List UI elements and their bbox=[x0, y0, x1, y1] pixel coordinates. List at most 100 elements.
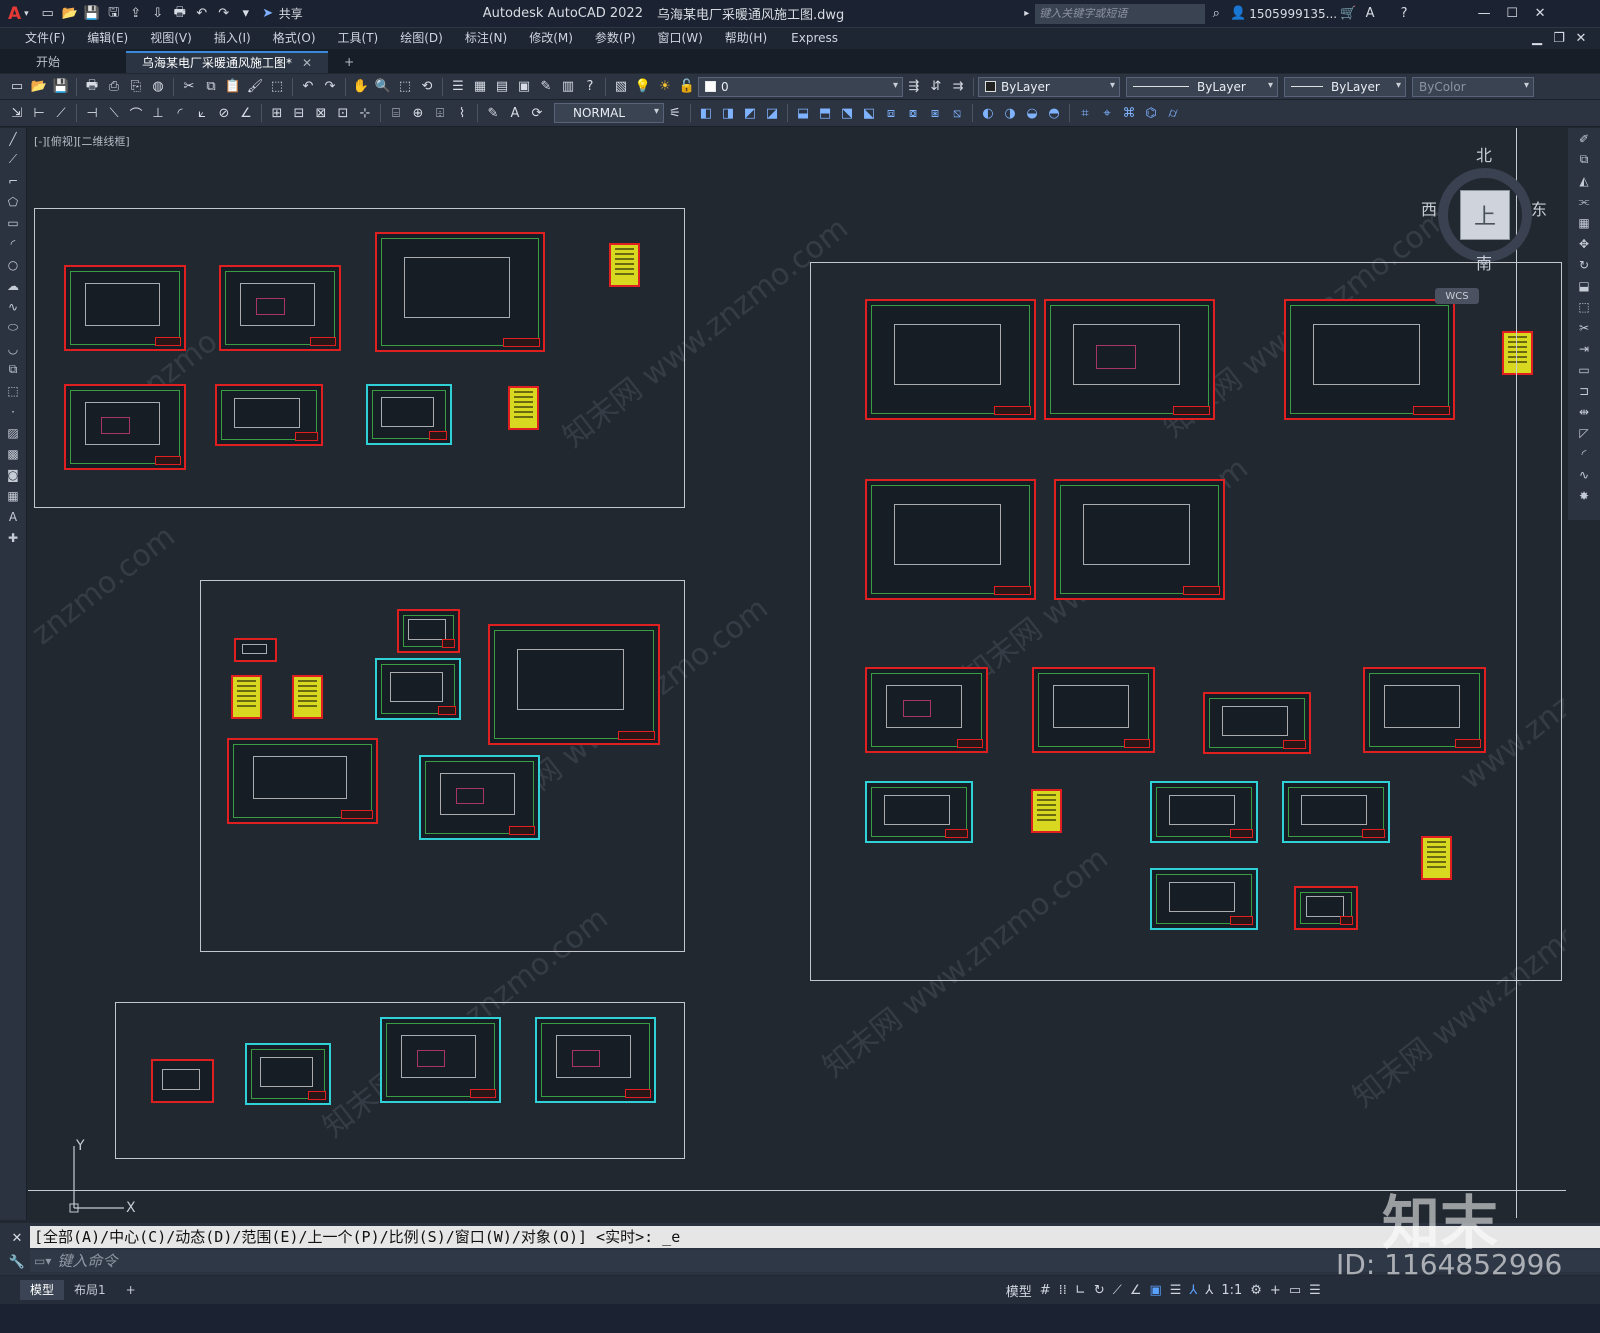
jogged-linear-icon[interactable]: ⌇ bbox=[453, 104, 471, 122]
paste-icon[interactable]: 📋 bbox=[224, 78, 242, 96]
dim-edit-icon[interactable]: ✎ bbox=[484, 104, 502, 122]
ucs-world-icon[interactable]: ⌖ bbox=[1098, 104, 1116, 122]
print-icon[interactable]: 🖶 bbox=[83, 78, 101, 96]
polyline-icon[interactable]: ⌐ bbox=[2, 170, 24, 191]
drawing-sheet[interactable] bbox=[151, 1059, 214, 1103]
dim-space-icon[interactable]: ⊡ bbox=[334, 104, 352, 122]
save-as-icon[interactable]: 🖫 bbox=[105, 5, 123, 23]
scale-icon[interactable]: ⬓ bbox=[1573, 275, 1595, 296]
fillet-icon[interactable]: ◜ bbox=[1573, 443, 1595, 464]
drawing-sheet[interactable] bbox=[245, 1043, 331, 1105]
chamfer-icon[interactable]: ◸ bbox=[1573, 422, 1595, 443]
revision-cloud-icon[interactable]: ☁ bbox=[2, 275, 24, 296]
web-save-icon[interactable]: ⇪ bbox=[127, 5, 145, 23]
zoom-previous-icon[interactable]: ⟲ bbox=[418, 78, 436, 96]
design-center-icon[interactable]: ▦ bbox=[471, 78, 489, 96]
undo-icon[interactable]: ↶ bbox=[193, 5, 211, 23]
region-icon[interactable]: ◙ bbox=[2, 464, 24, 485]
quickcalc-icon[interactable]: ▥ bbox=[559, 78, 577, 96]
drawing-sheet[interactable] bbox=[1044, 299, 1215, 420]
drawing-sheet[interactable] bbox=[488, 624, 660, 745]
drawing-sheet[interactable] bbox=[865, 781, 973, 843]
menu-format[interactable]: 格式(O) bbox=[262, 28, 327, 49]
zoom-realtime-icon[interactable]: 🔍 bbox=[374, 78, 392, 96]
app-menu-button[interactable]: A bbox=[8, 4, 21, 24]
dim-text-edit-icon[interactable]: A bbox=[506, 104, 524, 122]
block-editor-icon[interactable]: ⬚ bbox=[268, 78, 286, 96]
equipment-table[interactable] bbox=[1031, 789, 1062, 833]
ucs-origin-icon[interactable]: ⌭ bbox=[1164, 104, 1182, 122]
tab-add-layout[interactable]: + bbox=[116, 1280, 146, 1300]
drawing-sheet[interactable] bbox=[1282, 781, 1390, 843]
tab-close-icon[interactable]: ✕ bbox=[302, 52, 312, 74]
equipment-table[interactable] bbox=[1421, 836, 1452, 880]
subtract-icon[interactable]: ⧇ bbox=[904, 104, 922, 122]
polygon-icon[interactable]: ⬠ bbox=[2, 191, 24, 212]
annotation-visibility-icon[interactable]: ⅄ bbox=[1189, 1283, 1197, 1298]
menu-insert[interactable]: 插入(I) bbox=[203, 28, 262, 49]
dim-linear-icon[interactable]: ⊣ bbox=[83, 104, 101, 122]
tab-start[interactable]: 开始 bbox=[20, 51, 76, 73]
render-icon[interactable]: ◑ bbox=[1001, 104, 1019, 122]
dim-break-icon[interactable]: ⊹ bbox=[356, 104, 374, 122]
app-menu-chevron-icon[interactable]: ▾ bbox=[24, 9, 29, 19]
search-input[interactable]: 键入关键字或短语 bbox=[1035, 3, 1206, 24]
zoom-window-icon[interactable]: ⬚ bbox=[396, 78, 414, 96]
equipment-table[interactable] bbox=[292, 675, 323, 719]
drawing-sheet[interactable] bbox=[380, 1017, 501, 1103]
undo-tool-icon[interactable]: ↶ bbox=[299, 78, 317, 96]
erase-icon[interactable]: ✐ bbox=[1573, 128, 1595, 149]
intersect-icon[interactable]: ⧆ bbox=[926, 104, 944, 122]
polar-icon[interactable]: ↻ bbox=[1094, 1283, 1105, 1298]
copy-object-icon[interactable]: ⧉ bbox=[1573, 149, 1595, 170]
layer-state-icon[interactable]: ⇉ bbox=[949, 78, 967, 96]
ordinate-icon[interactable]: ⊥ bbox=[149, 104, 167, 122]
tolerance-icon[interactable]: ⌸ bbox=[387, 104, 405, 122]
publish-icon[interactable]: ⎘ bbox=[127, 78, 145, 96]
share-icon[interactable]: ➤ bbox=[259, 5, 277, 23]
layer-dropdown[interactable]: 0 ▾ bbox=[698, 76, 903, 97]
drawing-close-icon[interactable]: ✕ bbox=[1572, 30, 1590, 48]
ucs-icon[interactable]: ⌗ bbox=[1076, 104, 1094, 122]
box-icon[interactable]: ◧ bbox=[697, 104, 715, 122]
qnew-icon[interactable]: ▭ bbox=[8, 78, 26, 96]
drawing-sheet[interactable] bbox=[1294, 886, 1358, 930]
layer-lock-icon[interactable]: 🔓 bbox=[678, 78, 696, 96]
ucs-face-icon[interactable]: ⌘ bbox=[1120, 104, 1138, 122]
menu-help[interactable]: 帮助(H) bbox=[714, 28, 778, 49]
drawing-sheet[interactable] bbox=[1203, 692, 1311, 754]
quick-properties-icon[interactable]: ☰ bbox=[1309, 1283, 1321, 1298]
linear-dimension-icon[interactable]: ⊢ bbox=[30, 104, 48, 122]
plotstyle-dropdown[interactable]: ByColor ▾ bbox=[1412, 76, 1534, 97]
minimize-icon[interactable]: — bbox=[1475, 5, 1493, 23]
sphere-icon[interactable]: ◨ bbox=[719, 104, 737, 122]
viewcube-east[interactable]: 东 bbox=[1531, 196, 1547, 220]
diameter-icon[interactable]: ⊘ bbox=[215, 104, 233, 122]
share-label[interactable]: 共享 bbox=[279, 5, 303, 22]
break-at-point-icon[interactable]: ▭ bbox=[1573, 359, 1595, 380]
lineweight-icon[interactable]: ☰ bbox=[1170, 1283, 1182, 1298]
cart-icon[interactable]: 🛒 bbox=[1339, 5, 1357, 23]
osnap-tracking-icon[interactable]: ⟋ bbox=[1113, 1283, 1122, 1298]
arc-icon[interactable]: ◜ bbox=[2, 233, 24, 254]
drawing-sheet[interactable] bbox=[375, 658, 461, 720]
material-icon[interactable]: ◒ bbox=[1023, 104, 1041, 122]
menu-dimension[interactable]: 标注(N) bbox=[454, 28, 518, 49]
explode-icon[interactable]: ✸ bbox=[1573, 485, 1595, 506]
drawing-restore-icon[interactable]: ❐ bbox=[1550, 30, 1568, 48]
dim-style-manager-icon[interactable]: ⚟ bbox=[666, 104, 684, 122]
angular-icon[interactable]: ∠ bbox=[237, 104, 255, 122]
insert-block-icon[interactable]: ⧉ bbox=[2, 359, 24, 380]
redo-icon[interactable]: ↷ bbox=[215, 5, 233, 23]
grid-icon[interactable]: # bbox=[1040, 1283, 1051, 1298]
gradient-icon[interactable]: ▩ bbox=[2, 443, 24, 464]
tab-model[interactable]: 模型 bbox=[20, 1280, 65, 1300]
ellipse-arc-icon[interactable]: ◡ bbox=[2, 338, 24, 359]
sweep-icon[interactable]: ⬔ bbox=[838, 104, 856, 122]
center-mark-icon[interactable]: ⊕ bbox=[409, 104, 427, 122]
lineweight-dropdown[interactable]: ByLayer ▾ bbox=[1284, 76, 1406, 97]
break-icon[interactable]: ⊐ bbox=[1573, 380, 1595, 401]
drawing-sheet[interactable] bbox=[865, 667, 988, 753]
help-tool-icon[interactable]: ? bbox=[581, 78, 599, 96]
markup-icon[interactable]: ✎ bbox=[537, 78, 555, 96]
